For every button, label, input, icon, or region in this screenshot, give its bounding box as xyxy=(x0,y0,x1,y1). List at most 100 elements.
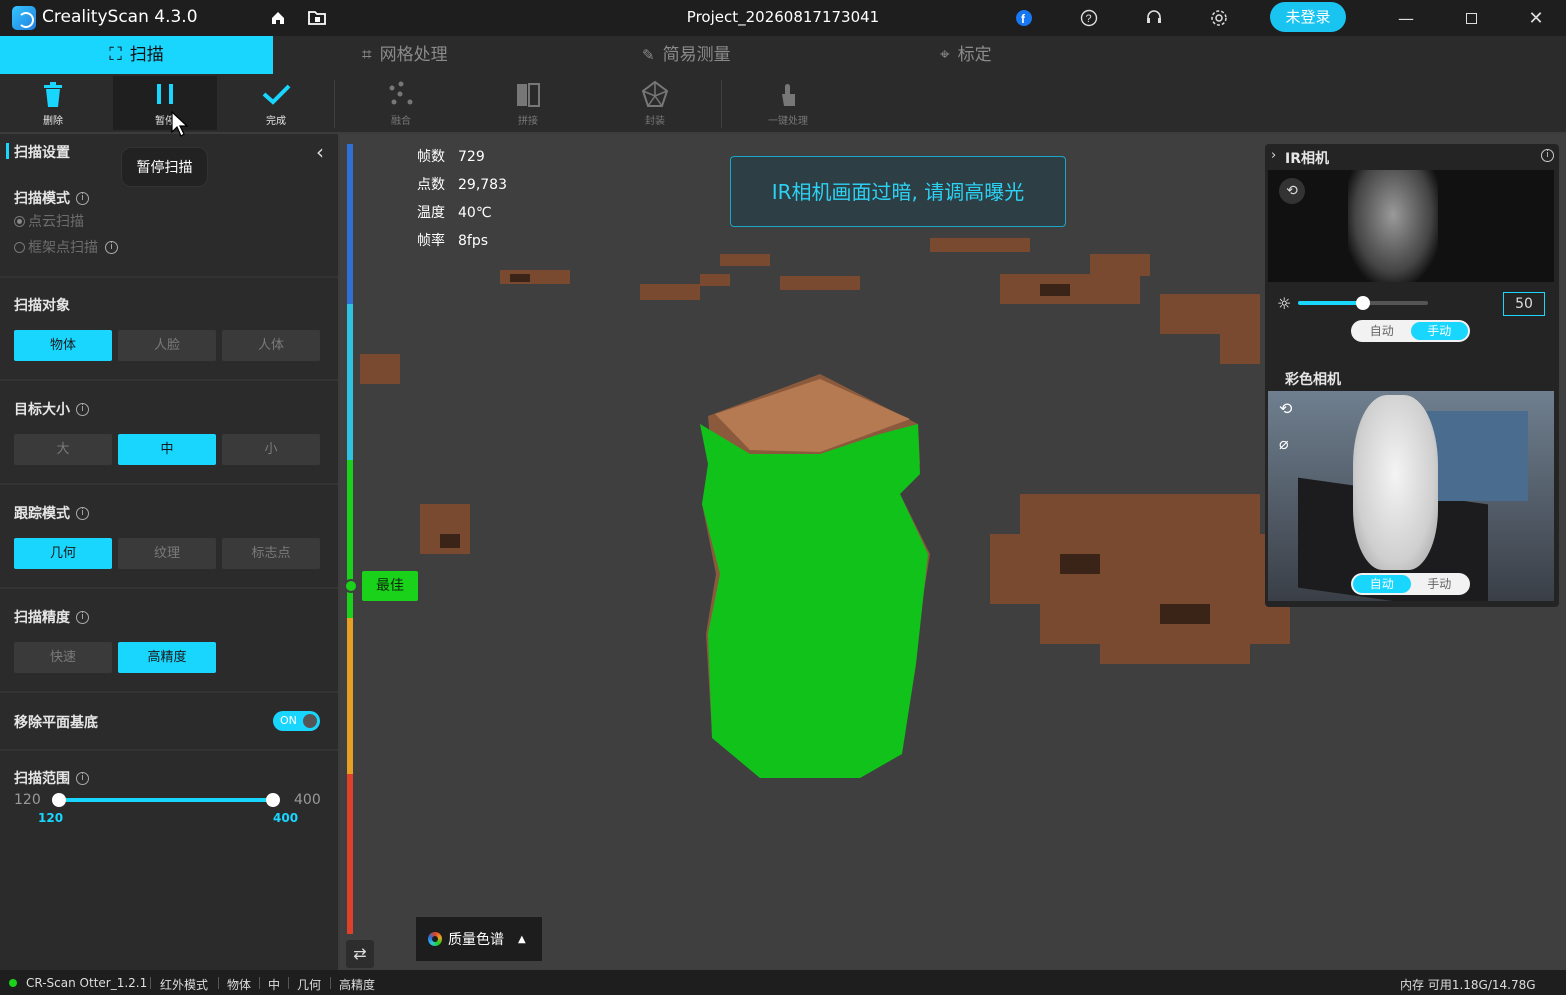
maximize-icon[interactable] xyxy=(1458,5,1484,31)
support-headset-icon[interactable] xyxy=(1141,5,1167,31)
info-icon[interactable]: i xyxy=(76,610,89,624)
exposure-slider-handle[interactable] xyxy=(1356,296,1370,310)
status-bar: CR-Scan Otter_1.2.1 红外模式 物体 中 几何 高精度 内存 … xyxy=(0,970,1566,995)
tab-calibration[interactable]: ⌖ 标定 xyxy=(940,36,992,74)
tracking-option-markers[interactable]: 标志点 xyxy=(222,538,320,569)
tab-scan[interactable]: ⛶ 扫描 xyxy=(0,36,273,74)
connection-status-dot xyxy=(9,979,17,987)
status-separator xyxy=(330,977,331,989)
section-divider xyxy=(0,276,338,278)
radio-label: 点云扫描 xyxy=(28,214,84,230)
exposure-slider-track[interactable] xyxy=(1298,296,1428,310)
pause-button[interactable]: 暂停 xyxy=(113,76,217,130)
device-name: CR-Scan Otter_1.2.1 xyxy=(26,976,148,990)
pause-icon xyxy=(157,84,173,104)
mesh-label: 封装 xyxy=(645,116,665,127)
minimize-icon[interactable]: — xyxy=(1393,5,1419,31)
ir-mode-manual[interactable]: 手动 xyxy=(1410,322,1468,340)
ir-mode-auto[interactable]: 自动 xyxy=(1353,322,1411,340)
target-size-title: 目标大小 i xyxy=(14,399,89,419)
expand-chevron-icon[interactable]: › xyxy=(1271,148,1276,163)
flash-off-icon[interactable]: ⌀ xyxy=(1279,434,1289,453)
scan-toolbar: 删除 暂停 完成 融合 拼接 封装 一键处理 xyxy=(0,74,1566,132)
range-high-handle[interactable] xyxy=(266,793,280,807)
range-track[interactable] xyxy=(58,798,274,802)
scan-icon: ⛶ xyxy=(109,44,122,65)
rotate-camera-icon[interactable]: ⟲ xyxy=(1279,178,1305,204)
color-map-label: 质量色谱 xyxy=(448,932,504,948)
done-button[interactable]: 完成 xyxy=(224,76,328,130)
remove-plane-title: 移除平面基底 xyxy=(14,712,98,732)
tracking-label: 跟踪模式 xyxy=(14,506,70,522)
one-click-process-button[interactable]: 一键处理 xyxy=(736,76,840,130)
swap-view-button[interactable]: ⇄ xyxy=(346,940,374,968)
tab-mesh-processing[interactable]: ⌗ 网格处理 xyxy=(362,36,448,74)
touch-icon xyxy=(782,84,795,106)
sidebar-header-label: 扫描设置 xyxy=(14,145,70,161)
ruler-icon: ✎ xyxy=(642,46,655,64)
radio-point-cloud[interactable]: 点云扫描 xyxy=(14,211,84,231)
status-separator xyxy=(259,977,260,989)
tracking-option-texture[interactable]: 纹理 xyxy=(118,538,216,569)
ir-mode-toggle[interactable]: 自动 手动 xyxy=(1351,320,1470,342)
close-icon[interactable]: ✕ xyxy=(1523,5,1549,31)
delete-button[interactable]: 删除 xyxy=(1,76,105,130)
color-map-button[interactable]: 质量色谱 ▲ xyxy=(416,917,542,961)
exposure-value-input[interactable]: 50 xyxy=(1503,292,1545,316)
color-wheel-icon xyxy=(428,932,442,946)
section-divider xyxy=(0,587,338,589)
settings-gear-icon[interactable] xyxy=(1206,5,1232,31)
fuse-icon xyxy=(389,81,413,105)
info-icon[interactable]: i xyxy=(76,506,89,520)
exposure-slider-fill xyxy=(1298,301,1363,305)
memory-usage: 内存 可用1.18G/14.78G xyxy=(1400,978,1536,992)
color-mode-auto[interactable]: 自动 xyxy=(1353,575,1411,593)
object-option-body[interactable]: 人体 xyxy=(222,330,320,361)
fuse-button[interactable]: 融合 xyxy=(349,76,453,130)
help-icon[interactable]: ? xyxy=(1076,5,1102,31)
section-divider xyxy=(0,749,338,751)
scan-mode-title: 扫描模式 i xyxy=(14,188,89,208)
range-low-value: 120 xyxy=(38,811,64,825)
object-option-object[interactable]: 物体 xyxy=(14,330,112,361)
statue-image xyxy=(1353,395,1438,570)
tab-scan-label: 扫描 xyxy=(129,45,164,65)
scan-range-label: 扫描范围 xyxy=(14,771,70,787)
size-option-small[interactable]: 小 xyxy=(222,434,320,465)
fuse-label: 融合 xyxy=(391,116,411,127)
status-object: 物体 xyxy=(227,978,252,992)
info-icon[interactable]: i xyxy=(76,402,89,416)
status-separator xyxy=(150,977,151,989)
info-icon[interactable]: i xyxy=(76,771,89,785)
info-icon[interactable]: i xyxy=(1541,149,1554,162)
tracking-option-geometry[interactable]: 几何 xyxy=(14,538,112,569)
title-bar: CrealityScan 4.3.0 Project_2026081717304… xyxy=(0,0,1566,36)
login-button[interactable]: 未登录 xyxy=(1270,2,1346,32)
rotate-camera-icon[interactable]: ⟲ xyxy=(1279,399,1292,418)
radio-frame-point[interactable]: 框架点扫描 i xyxy=(14,237,118,257)
remove-plane-label: 移除平面基底 xyxy=(14,715,98,731)
scan-object-title: 扫描对象 xyxy=(14,295,70,315)
stitch-icon xyxy=(517,83,540,107)
color-mode-toggle[interactable]: 自动 手动 xyxy=(1351,573,1470,595)
size-option-medium[interactable]: 中 xyxy=(118,434,216,465)
info-icon[interactable]: i xyxy=(105,240,118,254)
svg-text:?: ? xyxy=(1086,13,1092,25)
precision-option-fast[interactable]: 快速 xyxy=(14,642,112,673)
stitch-button[interactable]: 拼接 xyxy=(476,76,580,130)
pause-tooltip: 暂停扫描 xyxy=(121,147,208,187)
precision-title: 扫描精度 i xyxy=(14,607,89,627)
trash-icon xyxy=(44,82,62,107)
object-option-face[interactable]: 人脸 xyxy=(118,330,216,361)
collapse-chevron-icon[interactable]: ‹ xyxy=(316,140,324,164)
tab-measure[interactable]: ✎ 简易测量 xyxy=(642,36,731,74)
range-low-handle[interactable] xyxy=(52,793,66,807)
facebook-icon[interactable]: f xyxy=(1011,5,1037,31)
color-mode-manual[interactable]: 手动 xyxy=(1411,575,1469,593)
remove-plane-toggle[interactable]: ON xyxy=(273,711,320,731)
mesh-button[interactable]: 封装 xyxy=(603,76,707,130)
size-option-large[interactable]: 大 xyxy=(14,434,112,465)
info-icon[interactable]: i xyxy=(76,191,89,205)
sidebar-header: 扫描设置 xyxy=(14,142,70,162)
precision-option-high[interactable]: 高精度 xyxy=(118,642,216,673)
